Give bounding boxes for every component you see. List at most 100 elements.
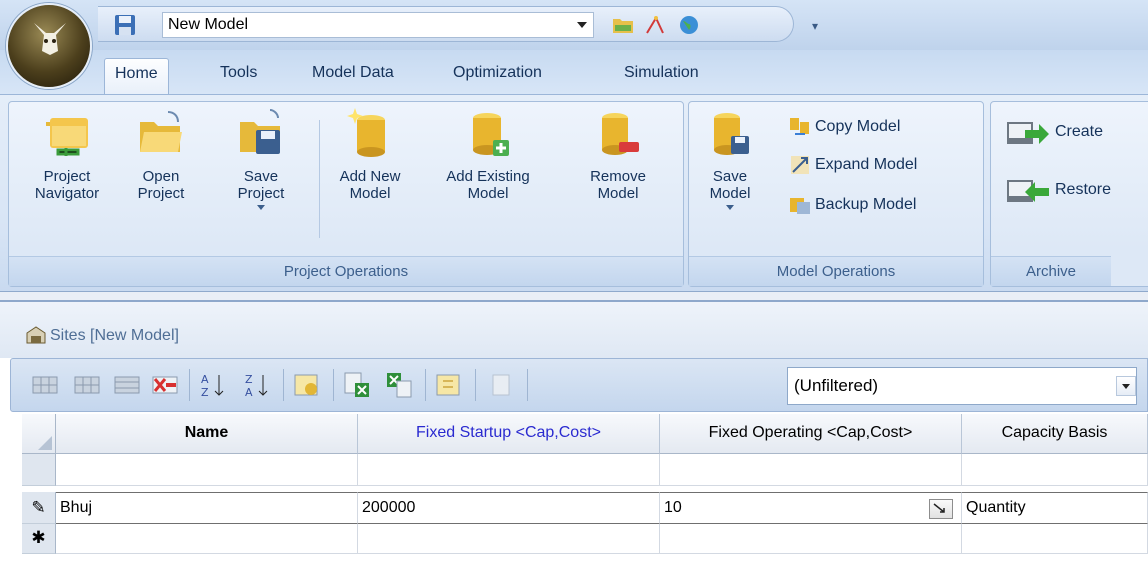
add-new-model-button[interactable]: Add New Model — [327, 106, 413, 202]
save-model-button[interactable]: Save Model — [699, 106, 761, 210]
project-navigator-label-1: Project — [43, 168, 91, 185]
import-excel-icon[interactable] — [385, 371, 413, 399]
open-project-button[interactable]: Open Project — [129, 106, 193, 202]
title-bar: New Model ▾ — [0, 0, 1148, 89]
copy-model-label: Copy Model — [815, 118, 901, 135]
cell-fixed-operating[interactable] — [660, 454, 962, 486]
model-selector[interactable]: New Model — [162, 12, 594, 38]
sort-ascending-icon[interactable]: AZ — [199, 371, 227, 399]
separator — [283, 369, 284, 401]
export-excel-icon[interactable] — [343, 371, 371, 399]
project-navigator-label-2: Navigator — [34, 185, 100, 202]
cell-capacity-basis[interactable]: Quantity — [962, 492, 1148, 524]
tab-home[interactable]: Home — [104, 58, 169, 98]
grid-insert-icon[interactable] — [31, 371, 59, 399]
row-header[interactable] — [22, 454, 56, 486]
column-header-fixed-startup[interactable]: Fixed Startup <Cap,Cost> — [358, 414, 660, 454]
row-header-new[interactable]: ✱ — [22, 524, 56, 554]
save-project-label-2: Project — [237, 185, 285, 202]
sort-descending-icon[interactable]: ZA — [243, 371, 271, 399]
grid-toolbar: AZ ZA (Unfiltered) — [10, 358, 1148, 412]
project-navigator-icon — [42, 106, 92, 162]
separator — [319, 120, 320, 238]
grid-settings-icon[interactable] — [293, 371, 321, 399]
separator — [527, 369, 528, 401]
grid-add-column-icon[interactable] — [113, 371, 141, 399]
ribbon-tabs: Home Tools Model Data Optimization Simul… — [0, 50, 1148, 98]
document-title: Sites [New Model] — [50, 327, 179, 344]
separator — [425, 369, 426, 401]
grid-add-row-icon[interactable] — [73, 371, 101, 399]
backup-model-icon — [789, 194, 811, 216]
document-title-bar: Sites [New Model] — [0, 302, 1148, 358]
customize-qat-icon[interactable]: ▾ — [812, 19, 818, 33]
cell-capacity-basis[interactable] — [962, 524, 1148, 554]
cell-fixed-operating[interactable] — [660, 524, 962, 554]
backup-model-button[interactable]: Backup Model — [789, 192, 916, 218]
cell-picker-button[interactable] — [929, 499, 953, 519]
create-archive-button[interactable]: Create — [1005, 116, 1104, 144]
save-model-label-2: Model — [709, 185, 751, 202]
remove-model-label-2: Model — [597, 185, 639, 202]
chevron-down-icon — [726, 205, 734, 210]
group-label: Model Operations — [689, 256, 983, 286]
expand-model-icon — [789, 154, 811, 176]
create-archive-label: Create — [1055, 123, 1104, 141]
grid-columns-icon[interactable] — [487, 371, 515, 399]
project-navigator-button[interactable]: Project Navigator — [27, 106, 107, 202]
folder-icon[interactable] — [612, 15, 634, 35]
cell-fixed-startup[interactable] — [358, 524, 660, 554]
group-label: Archive — [991, 256, 1111, 286]
tab-optimization[interactable]: Optimization — [453, 64, 542, 82]
expand-model-button[interactable]: Expand Model — [789, 152, 917, 178]
app-orb-icon[interactable] — [6, 3, 92, 89]
ribbon: Project Navigator Open Project Save Proj… — [0, 94, 1148, 292]
tab-simulation[interactable]: Simulation — [624, 64, 699, 82]
svg-text:Z: Z — [245, 373, 253, 386]
model-selector-value: New Model — [168, 16, 249, 33]
cell-name[interactable] — [56, 454, 358, 486]
grid-refresh-icon[interactable] — [435, 371, 463, 399]
open-project-label-2: Project — [137, 185, 185, 202]
sites-document: Sites [New Model] AZ ZA (Unfiltered) Nam… — [0, 300, 1148, 576]
tab-model-data[interactable]: Model Data — [312, 64, 394, 82]
open-folder-icon — [136, 106, 186, 162]
cell-name[interactable] — [56, 524, 358, 554]
remove-model-button[interactable]: Remove Model — [581, 106, 655, 202]
wand-icon[interactable] — [644, 15, 666, 35]
chevron-down-icon — [577, 22, 587, 28]
remove-model-label-1: Remove — [590, 168, 646, 185]
add-existing-model-icon — [463, 106, 513, 162]
column-header-name[interactable]: Name — [56, 414, 358, 454]
separator — [475, 369, 476, 401]
create-archive-icon — [1005, 116, 1051, 148]
add-existing-model-label-1: Add Existing — [446, 168, 530, 185]
save-icon[interactable] — [114, 14, 136, 36]
tab-tools[interactable]: Tools — [220, 64, 257, 82]
column-header-fixed-operating[interactable]: Fixed Operating <Cap,Cost> — [660, 414, 962, 454]
restore-archive-button[interactable]: Restore — [1005, 174, 1111, 202]
group-archive: Create Restore Archive — [990, 101, 1148, 287]
grid-corner[interactable] — [22, 414, 56, 454]
save-model-icon — [705, 106, 755, 162]
remove-model-icon — [593, 106, 643, 162]
column-header-capacity-basis[interactable]: Capacity Basis — [962, 414, 1148, 454]
cell-name[interactable]: Bhuj — [56, 492, 358, 524]
add-existing-model-button[interactable]: Add Existing Model — [433, 106, 543, 202]
filter-select[interactable]: (Unfiltered) — [787, 367, 1137, 405]
svg-text:A: A — [201, 373, 209, 386]
cell-fixed-operating[interactable]: 10 — [660, 492, 962, 524]
row-header-edit[interactable]: ✎ — [22, 492, 56, 524]
cell-fixed-startup[interactable]: 200000 — [358, 492, 660, 524]
chevron-down-icon[interactable] — [1116, 376, 1136, 396]
cell-fixed-startup[interactable] — [358, 454, 660, 486]
globe-icon[interactable] — [678, 15, 700, 35]
grid-delete-icon[interactable] — [151, 371, 179, 399]
group-label: Project Operations — [9, 256, 683, 286]
quick-access-toolbar: New Model ▾ — [98, 6, 818, 42]
cell-capacity-basis[interactable] — [962, 454, 1148, 486]
save-project-button[interactable]: Save Project — [229, 106, 293, 210]
copy-model-button[interactable]: Copy Model — [789, 114, 900, 140]
copy-model-icon — [789, 116, 811, 138]
open-project-label-1: Open — [142, 168, 180, 185]
